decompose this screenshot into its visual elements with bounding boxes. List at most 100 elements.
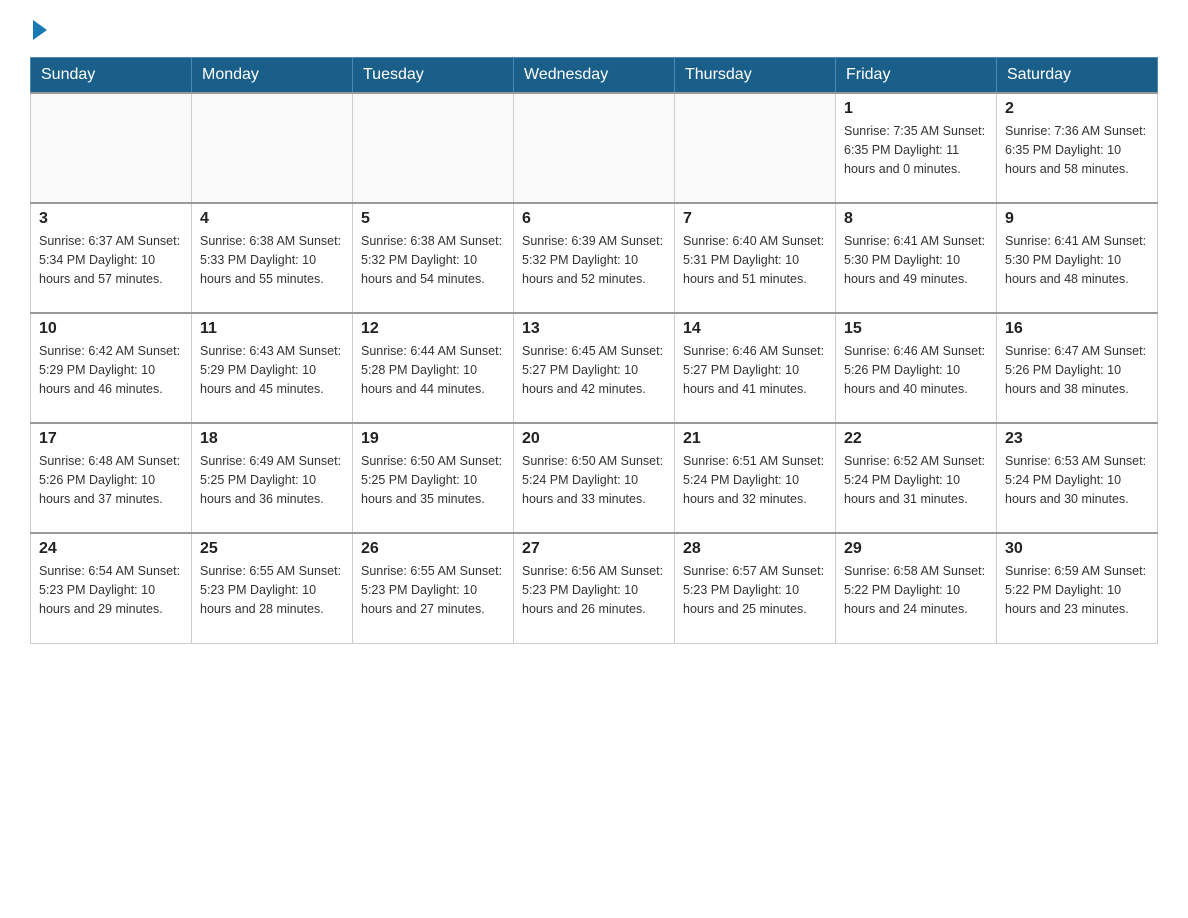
day-number: 2 [1005,100,1149,118]
calendar-cell: 18 Sunrise: 6:49 AM Sunset: 5:25 PM Dayli… [192,423,353,533]
day-info: Sunrise: 6:48 AM Sunset: 5:26 PM Dayligh… [39,452,183,508]
calendar-cell: 7Sunrise: 6:40 AM Sunset: 5:31 PM Daylig… [675,203,836,313]
calendar-cell: 20 Sunrise: 6:50 AM Sunset: 5:24 PM Dayli… [514,423,675,533]
calendar-header: SundayMondayTuesdayWednesdayThursdayFrid… [31,58,1158,94]
calendar-cell: 21 Sunrise: 6:51 AM Sunset: 5:24 PM Dayli… [675,423,836,533]
weekday-header-tuesday: Tuesday [353,58,514,94]
calendar-cell: 30 Sunrise: 6:59 AM Sunset: 5:22 PM Dayli… [997,533,1158,643]
day-info: Sunrise: 6:59 AM Sunset: 5:22 PM Dayligh… [1005,562,1149,618]
day-info: Sunrise: 6:41 AM Sunset: 5:30 PM Dayligh… [1005,232,1149,288]
day-info: Sunrise: 6:58 AM Sunset: 5:22 PM Dayligh… [844,562,988,618]
day-number: 4 [200,210,344,228]
calendar-cell [514,93,675,203]
day-number: 20 [522,430,666,448]
calendar-cell: 27 Sunrise: 6:56 AM Sunset: 5:23 PM Dayli… [514,533,675,643]
day-number: 5 [361,210,505,228]
day-info: Sunrise: 6:41 AM Sunset: 5:30 PM Dayligh… [844,232,988,288]
calendar-week-row: 3Sunrise: 6:37 AM Sunset: 5:34 PM Daylig… [31,203,1158,313]
day-info: Sunrise: 6:47 AM Sunset: 5:26 PM Dayligh… [1005,342,1149,398]
calendar-cell: 13 Sunrise: 6:45 AM Sunset: 5:27 PM Dayli… [514,313,675,423]
day-info: Sunrise: 6:51 AM Sunset: 5:24 PM Dayligh… [683,452,827,508]
calendar-cell: 3Sunrise: 6:37 AM Sunset: 5:34 PM Daylig… [31,203,192,313]
day-info: Sunrise: 6:45 AM Sunset: 5:27 PM Dayligh… [522,342,666,398]
day-info: Sunrise: 6:55 AM Sunset: 5:23 PM Dayligh… [200,562,344,618]
day-info: Sunrise: 6:46 AM Sunset: 5:26 PM Dayligh… [844,342,988,398]
weekday-header-saturday: Saturday [997,58,1158,94]
weekday-header-friday: Friday [836,58,997,94]
day-number: 6 [522,210,666,228]
day-info: Sunrise: 6:57 AM Sunset: 5:23 PM Dayligh… [683,562,827,618]
day-number: 25 [200,540,344,558]
calendar-cell [353,93,514,203]
day-info: Sunrise: 6:46 AM Sunset: 5:27 PM Dayligh… [683,342,827,398]
day-number: 8 [844,210,988,228]
calendar-cell [192,93,353,203]
day-number: 21 [683,430,827,448]
calendar-cell: 24 Sunrise: 6:54 AM Sunset: 5:23 PM Dayli… [31,533,192,643]
day-number: 13 [522,320,666,338]
day-number: 24 [39,540,183,558]
day-info: Sunrise: 6:44 AM Sunset: 5:28 PM Dayligh… [361,342,505,398]
calendar-cell: 9Sunrise: 6:41 AM Sunset: 5:30 PM Daylig… [997,203,1158,313]
day-number: 17 [39,430,183,448]
calendar-cell [675,93,836,203]
calendar-cell: 17 Sunrise: 6:48 AM Sunset: 5:26 PM Dayli… [31,423,192,533]
day-info: Sunrise: 6:52 AM Sunset: 5:24 PM Dayligh… [844,452,988,508]
day-info: Sunrise: 6:55 AM Sunset: 5:23 PM Dayligh… [361,562,505,618]
day-number: 22 [844,430,988,448]
weekday-header-monday: Monday [192,58,353,94]
day-info: Sunrise: 6:53 AM Sunset: 5:24 PM Dayligh… [1005,452,1149,508]
calendar-cell: 5 Sunrise: 6:38 AM Sunset: 5:32 PM Daylig… [353,203,514,313]
day-number: 19 [361,430,505,448]
calendar-cell: 11 Sunrise: 6:43 AM Sunset: 5:29 PM Dayli… [192,313,353,423]
day-number: 28 [683,540,827,558]
weekday-header-sunday: Sunday [31,58,192,94]
calendar-cell: 10Sunrise: 6:42 AM Sunset: 5:29 PM Dayli… [31,313,192,423]
calendar-cell: 2 Sunrise: 7:36 AM Sunset: 6:35 PM Daylig… [997,93,1158,203]
calendar-cell: 19 Sunrise: 6:50 AM Sunset: 5:25 PM Dayli… [353,423,514,533]
calendar-cell: 15Sunrise: 6:46 AM Sunset: 5:26 PM Dayli… [836,313,997,423]
calendar-week-row: 24 Sunrise: 6:54 AM Sunset: 5:23 PM Dayli… [31,533,1158,643]
day-info: Sunrise: 7:35 AM Sunset: 6:35 PM Dayligh… [844,122,988,178]
day-number: 11 [200,320,344,338]
day-number: 12 [361,320,505,338]
day-info: Sunrise: 6:38 AM Sunset: 5:32 PM Dayligh… [361,232,505,288]
calendar-cell: 16 Sunrise: 6:47 AM Sunset: 5:26 PM Dayli… [997,313,1158,423]
calendar-cell: 6Sunrise: 6:39 AM Sunset: 5:32 PM Daylig… [514,203,675,313]
day-number: 23 [1005,430,1149,448]
weekday-header-thursday: Thursday [675,58,836,94]
day-number: 27 [522,540,666,558]
calendar-week-row: 1 Sunrise: 7:35 AM Sunset: 6:35 PM Daylig… [31,93,1158,203]
calendar-cell: 25 Sunrise: 6:55 AM Sunset: 5:23 PM Dayli… [192,533,353,643]
calendar-cell: 4 Sunrise: 6:38 AM Sunset: 5:33 PM Daylig… [192,203,353,313]
logo [30,20,47,37]
calendar-cell: 1 Sunrise: 7:35 AM Sunset: 6:35 PM Daylig… [836,93,997,203]
calendar-cell: 12 Sunrise: 6:44 AM Sunset: 5:28 PM Dayli… [353,313,514,423]
day-number: 26 [361,540,505,558]
day-info: Sunrise: 6:42 AM Sunset: 5:29 PM Dayligh… [39,342,183,398]
day-info: Sunrise: 6:43 AM Sunset: 5:29 PM Dayligh… [200,342,344,398]
day-info: Sunrise: 6:54 AM Sunset: 5:23 PM Dayligh… [39,562,183,618]
calendar-cell: 23 Sunrise: 6:53 AM Sunset: 5:24 PM Dayli… [997,423,1158,533]
day-number: 16 [1005,320,1149,338]
calendar-cell: 8 Sunrise: 6:41 AM Sunset: 5:30 PM Daylig… [836,203,997,313]
day-number: 18 [200,430,344,448]
calendar-cell [31,93,192,203]
page-header [30,20,1158,37]
day-number: 29 [844,540,988,558]
day-info: Sunrise: 6:38 AM Sunset: 5:33 PM Dayligh… [200,232,344,288]
weekday-header-row: SundayMondayTuesdayWednesdayThursdayFrid… [31,58,1158,94]
calendar-table: SundayMondayTuesdayWednesdayThursdayFrid… [30,57,1158,644]
calendar-body: 1 Sunrise: 7:35 AM Sunset: 6:35 PM Daylig… [31,93,1158,643]
day-info: Sunrise: 6:50 AM Sunset: 5:25 PM Dayligh… [361,452,505,508]
calendar-cell: 26 Sunrise: 6:55 AM Sunset: 5:23 PM Dayli… [353,533,514,643]
day-info: Sunrise: 6:56 AM Sunset: 5:23 PM Dayligh… [522,562,666,618]
day-info: Sunrise: 6:50 AM Sunset: 5:24 PM Dayligh… [522,452,666,508]
day-number: 30 [1005,540,1149,558]
day-info: Sunrise: 6:49 AM Sunset: 5:25 PM Dayligh… [200,452,344,508]
calendar-cell: 28 Sunrise: 6:57 AM Sunset: 5:23 PM Dayli… [675,533,836,643]
calendar-cell: 29 Sunrise: 6:58 AM Sunset: 5:22 PM Dayli… [836,533,997,643]
day-number: 1 [844,100,988,118]
calendar-week-row: 17 Sunrise: 6:48 AM Sunset: 5:26 PM Dayli… [31,423,1158,533]
day-info: Sunrise: 7:36 AM Sunset: 6:35 PM Dayligh… [1005,122,1149,178]
